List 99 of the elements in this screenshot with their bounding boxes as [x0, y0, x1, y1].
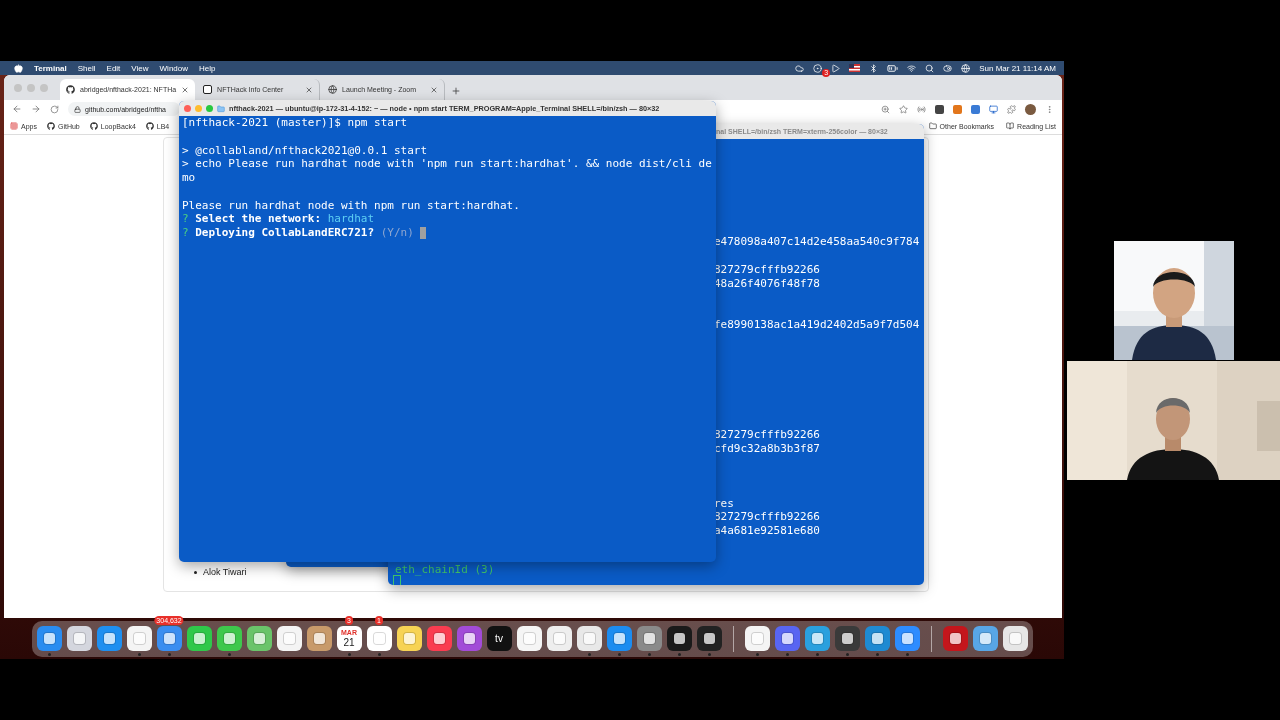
bullet-dot	[194, 570, 197, 574]
app-label: 21	[343, 637, 355, 648]
menu-clock: Sun Mar 21 11:14 AM	[979, 63, 1056, 73]
terminal-line: > @collabland/nfthack2021@0.0.1 start	[182, 143, 428, 158]
app-icon[interactable]	[456, 626, 482, 651]
globe-icon[interactable]	[961, 63, 971, 73]
app-icon[interactable]	[636, 626, 662, 651]
menu-item[interactable]: Help	[199, 63, 216, 73]
app-icon[interactable]	[306, 626, 332, 651]
app-icon[interactable]	[36, 626, 62, 651]
app-icon[interactable]	[126, 626, 152, 651]
terminal-line: mo	[182, 171, 196, 185]
app-icon[interactable]	[606, 626, 632, 651]
app-icon[interactable]	[216, 626, 242, 651]
wifi-icon[interactable]	[907, 63, 917, 73]
list-item-text: Alok Tiwari	[203, 567, 247, 577]
terminal-line: cfd9c32a8b3b3f87	[714, 441, 820, 456]
app-icon[interactable]	[744, 626, 770, 651]
cat-logo-icon	[66, 85, 75, 94]
app-icon[interactable]	[66, 626, 92, 651]
terminal-line: e478098a407c14d2e458aa540c9f784	[714, 235, 920, 249]
app-icon[interactable]	[972, 626, 998, 651]
terminal-line: fe8990138ac1a419d2402d5a9f7d504	[714, 317, 920, 332]
terminal-line: Please run hardhat node with npm run start:hardhat.	[182, 198, 520, 213]
menu-item[interactable]: Edit	[106, 63, 121, 73]
prompt-label: Select the network:	[195, 212, 323, 226]
more-icon[interactable]	[1045, 104, 1054, 114]
play-icon[interactable]	[831, 63, 841, 73]
app-icon[interactable]	[276, 626, 302, 651]
app-icon[interactable]	[774, 626, 800, 651]
flag-icon[interactable]	[849, 64, 861, 72]
menu-item[interactable]: Window	[159, 63, 188, 73]
monitor-icon[interactable]	[989, 104, 998, 114]
app-icon[interactable]	[156, 626, 182, 651]
terminal-line: [nfthack-2021 (master)]$ npm start	[182, 116, 408, 130]
app-icon[interactable]: tv	[486, 626, 512, 651]
grid-icon	[10, 122, 18, 130]
prompt-label: Deploying CollabLandERC721?	[195, 226, 376, 240]
broadcast-icon[interactable]	[917, 104, 926, 114]
close-icon[interactable]	[305, 85, 314, 94]
app-label: tv	[495, 633, 503, 644]
folder-icon	[217, 104, 225, 113]
terminal-line: 48a26f4076f48f78	[714, 276, 820, 291]
terminal-line: > echo Please run hardhat node with 'npm run start:hardhat'. && node dist/cli de	[182, 157, 712, 171]
square-logo-icon	[203, 85, 213, 94]
app-icon[interactable]	[516, 626, 542, 651]
app-icon[interactable]	[864, 626, 890, 651]
toggle-icon[interactable]	[943, 63, 953, 73]
prompt-hint: (Y/n)	[380, 226, 415, 240]
app-icon[interactable]	[366, 626, 392, 651]
cat-logo-icon	[89, 122, 98, 130]
bluetooth-icon[interactable]	[869, 63, 879, 73]
back-icon[interactable]	[12, 104, 22, 114]
zoom-icon[interactable]	[881, 104, 890, 114]
menu-item[interactable]: Terminal	[34, 63, 67, 73]
prompt-mark: ?	[182, 226, 190, 240]
app-icon[interactable]	[894, 626, 920, 651]
terminal-line: res	[714, 496, 734, 511]
close-icon[interactable]	[430, 85, 439, 94]
book-icon	[1006, 122, 1015, 130]
terminal-line: eth_chainId (3)	[395, 563, 495, 576]
battery-icon[interactable]	[887, 62, 899, 74]
app-icon[interactable]	[426, 626, 452, 651]
new-tab-button[interactable]	[451, 86, 462, 96]
folder-icon	[928, 122, 937, 130]
cat-logo-icon	[145, 122, 154, 130]
terminal-line: 827279cfffb92266	[714, 427, 820, 442]
star-icon[interactable]	[899, 104, 908, 114]
circle-icon[interactable]	[813, 63, 823, 73]
prompt-answer: hardhat	[327, 212, 375, 226]
lock-icon	[74, 105, 81, 113]
forward-icon[interactable]	[31, 104, 41, 114]
terminal-line: 827279cfffb92266	[714, 262, 820, 277]
app-icon[interactable]	[186, 626, 212, 651]
app-icon[interactable]	[396, 626, 422, 651]
terminal-line: a4a681e92581e680	[714, 524, 820, 538]
terminal-line: 827279cfffb92266	[714, 510, 820, 524]
menu-item[interactable]: View	[131, 63, 149, 73]
terminal-cursor	[393, 575, 401, 585]
close-icon[interactable]	[181, 85, 190, 94]
search-icon[interactable]	[925, 63, 935, 73]
app-icon[interactable]	[666, 626, 692, 651]
globe-icon	[328, 85, 338, 94]
app-icon[interactable]	[696, 626, 722, 651]
prompt-mark: ?	[182, 212, 190, 226]
app-icon[interactable]	[576, 626, 602, 651]
app-icon[interactable]	[246, 626, 272, 651]
app-icon[interactable]	[942, 626, 968, 651]
app-icon[interactable]	[96, 626, 122, 651]
cloud-icon[interactable]	[795, 63, 805, 73]
app-icon[interactable]	[834, 626, 860, 651]
app-icon[interactable]	[804, 626, 830, 651]
reload-icon[interactable]	[50, 104, 59, 114]
cat-logo-icon	[46, 122, 55, 130]
apple-icon[interactable]	[14, 63, 23, 73]
app-icon[interactable]	[546, 626, 572, 651]
menu-item[interactable]: Shell	[77, 63, 96, 73]
app-icon[interactable]	[1002, 626, 1028, 651]
avatar[interactable]	[1025, 103, 1036, 115]
